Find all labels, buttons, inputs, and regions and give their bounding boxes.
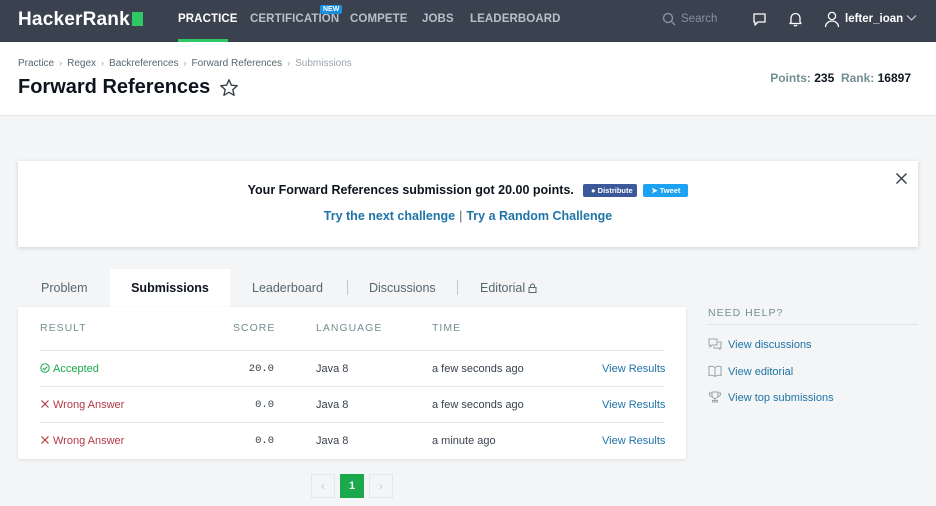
link-separator: | bbox=[459, 209, 463, 223]
chat-icon[interactable] bbox=[752, 12, 767, 27]
view-results-link[interactable]: View Results bbox=[602, 363, 665, 375]
table-row: Wrong Answer 0.0 Java 8 a few seconds ag… bbox=[40, 386, 665, 422]
next-challenge-link[interactable]: Try the next challenge bbox=[324, 209, 455, 223]
chevron-down-icon[interactable] bbox=[906, 14, 917, 22]
header-time: TIME bbox=[432, 322, 462, 334]
breadcrumb: Practice › Regex › Backreferences › Forward Re… bbox=[18, 58, 352, 69]
book-icon bbox=[708, 365, 722, 378]
result-cell[interactable]: Accepted bbox=[40, 363, 99, 375]
submission-banner: Your Forward References submission got 2… bbox=[18, 161, 918, 247]
breadcrumb-submissions: Submissions bbox=[295, 58, 352, 69]
time-cell: a few seconds ago bbox=[432, 399, 524, 411]
share-buttons: ● Distribute ➤ Tweet bbox=[583, 183, 689, 198]
view-discussions-link[interactable]: View discussions bbox=[708, 338, 812, 351]
time-cell: a minute ago bbox=[432, 435, 496, 447]
page-header: Practice › Regex › Backreferences › Forward Re… bbox=[0, 42, 936, 116]
banner-links: Try the next challenge | Try a Random Chal… bbox=[18, 209, 918, 223]
user-stats: Points: 235 Rank: 16897 bbox=[770, 71, 911, 85]
facebook-share-button[interactable]: ● Distribute bbox=[583, 184, 638, 198]
discussions-icon bbox=[708, 338, 722, 351]
banner-message: Your Forward References submission got 2… bbox=[247, 183, 574, 197]
close-icon[interactable] bbox=[895, 172, 908, 185]
trophy-icon bbox=[709, 391, 721, 403]
breadcrumb-backreferences[interactable]: Backreferences bbox=[109, 58, 178, 69]
tab-editorial[interactable]: Editorial bbox=[480, 269, 537, 307]
tab-problem[interactable]: Problem bbox=[41, 269, 88, 307]
user-icon[interactable] bbox=[824, 11, 840, 28]
banner-message-row: Your Forward References submission got 2… bbox=[18, 183, 918, 198]
points-label: Points: bbox=[770, 71, 811, 85]
nav-jobs[interactable]: JOBS bbox=[422, 13, 454, 25]
time-cell: a few seconds ago bbox=[432, 363, 524, 375]
page-title: Forward References bbox=[18, 76, 211, 98]
breadcrumb-regex[interactable]: Regex bbox=[67, 58, 96, 69]
header-score: SCORE bbox=[233, 322, 276, 334]
tab-divider bbox=[457, 280, 458, 295]
chevron-right-icon: › bbox=[101, 58, 105, 68]
search-icon[interactable] bbox=[662, 12, 676, 26]
view-results-link[interactable]: View Results bbox=[602, 399, 665, 411]
breadcrumb-practice[interactable]: Practice bbox=[18, 58, 54, 69]
rank-value: 16897 bbox=[877, 71, 911, 85]
tab-leaderboard[interactable]: Leaderboard bbox=[252, 269, 323, 307]
chevron-right-icon: › bbox=[183, 58, 187, 68]
chevron-right-icon: › bbox=[287, 58, 291, 68]
result-cell[interactable]: Wrong Answer bbox=[40, 399, 124, 411]
language-cell: Java 8 bbox=[316, 435, 349, 447]
nav-certification[interactable]: CERTIFICATION bbox=[250, 13, 339, 25]
language-cell: Java 8 bbox=[316, 363, 349, 375]
points-value: 235 bbox=[814, 71, 835, 85]
view-editorial-link[interactable]: View editorial bbox=[708, 365, 793, 378]
pagination-page-1[interactable]: 1 bbox=[340, 474, 364, 498]
view-results-link[interactable]: View Results bbox=[602, 435, 665, 447]
check-circle-icon bbox=[40, 363, 50, 373]
rank-label: Rank: bbox=[840, 71, 875, 85]
table-row: Accepted 20.0 Java 8 a few seconds ago V… bbox=[40, 350, 665, 386]
pagination-prev-button[interactable]: ‹ bbox=[311, 474, 335, 498]
logo-block-icon bbox=[131, 12, 143, 26]
new-badge: NEW bbox=[320, 5, 343, 14]
language-cell: Java 8 bbox=[316, 399, 349, 411]
twitter-share-button[interactable]: ➤ Tweet bbox=[643, 184, 689, 198]
bell-icon[interactable] bbox=[788, 11, 803, 27]
star-icon[interactable] bbox=[219, 78, 239, 98]
header-language: LANGUAGE bbox=[316, 322, 383, 334]
chevron-right-icon: › bbox=[59, 58, 63, 68]
score-cell: 0.0 bbox=[255, 435, 274, 447]
lock-icon bbox=[528, 283, 537, 293]
pagination-next-button[interactable]: › bbox=[369, 474, 393, 498]
breadcrumb-forward-references[interactable]: Forward References bbox=[192, 58, 283, 69]
top-nav: HackerRank PRACTICE CERTIFICATION NEW CO… bbox=[0, 0, 936, 42]
username[interactable]: lefter_ioan bbox=[845, 13, 903, 25]
nav-practice[interactable]: PRACTICE bbox=[178, 13, 238, 25]
cross-icon bbox=[41, 400, 49, 408]
table-row: Wrong Answer 0.0 Java 8 a minute ago Vie… bbox=[40, 422, 665, 458]
submissions-table: RESULT SCORE LANGUAGE TIME Accepted 20.0… bbox=[18, 307, 686, 459]
nav-leaderboard[interactable]: LEADERBOARD bbox=[470, 13, 561, 25]
nav-compete[interactable]: COMPETE bbox=[350, 13, 408, 25]
help-divider bbox=[708, 324, 918, 325]
tab-divider bbox=[347, 280, 348, 295]
tab-submissions[interactable]: Submissions bbox=[110, 269, 230, 307]
random-challenge-link[interactable]: Try a Random Challenge bbox=[466, 209, 612, 223]
tab-discussions[interactable]: Discussions bbox=[369, 269, 436, 307]
search-input[interactable]: Search bbox=[681, 13, 717, 25]
view-top-submissions-link[interactable]: View top submissions bbox=[708, 391, 834, 404]
score-cell: 20.0 bbox=[248, 363, 274, 375]
need-help-title: NEED HELP? bbox=[708, 307, 784, 319]
hackerrank-logo[interactable]: HackerRank bbox=[18, 9, 143, 31]
result-cell[interactable]: Wrong Answer bbox=[40, 435, 124, 447]
header-result: RESULT bbox=[40, 322, 87, 334]
cross-icon bbox=[41, 436, 49, 444]
score-cell: 0.0 bbox=[255, 399, 274, 411]
